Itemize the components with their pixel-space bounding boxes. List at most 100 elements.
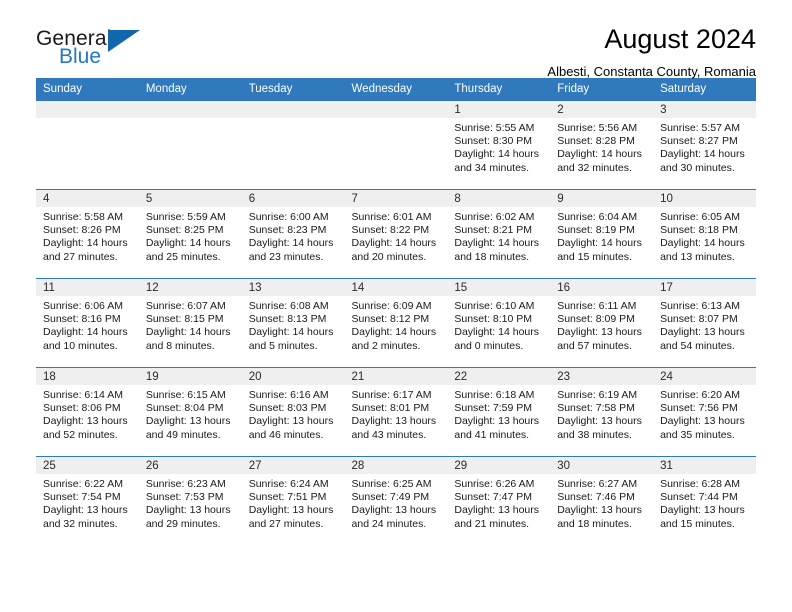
day-details: Sunrise: 6:08 AM Sunset: 8:13 PM Daylight:…	[242, 296, 345, 353]
daylight-duration-line2: and 15 minutes.	[660, 517, 735, 530]
calendar-day-cell[interactable]: 31 Sunrise: 6:28 AM Sunset: 7:44 PM Dayligh…	[653, 456, 756, 545]
daylight-duration-line2: and 8 minutes.	[145, 339, 215, 352]
calendar-day-cell[interactable]: 22 Sunrise: 6:18 AM Sunset: 7:59 PM Dayligh…	[447, 367, 551, 457]
calendar-day-cell[interactable]: 14 Sunrise: 6:09 AM Sunset: 8:12 PM Dayligh…	[344, 278, 448, 368]
daylight-duration-line1: Daylight: 13 hours	[145, 504, 231, 517]
calendar-day-cell[interactable]: 26 Sunrise: 6:23 AM Sunset: 7:53 PM Dayligh…	[138, 456, 242, 545]
day-details: Sunrise: 6:02 AM Sunset: 8:21 PM Daylight:…	[447, 207, 550, 264]
day-number: 14	[344, 279, 448, 296]
sunrise-time: Sunrise: 6:05 AM	[660, 211, 741, 223]
day-details: Sunrise: 6:18 AM Sunset: 7:59 PM Daylight:…	[447, 385, 550, 442]
day-details	[242, 118, 345, 122]
calendar-day-cell[interactable]: 18 Sunrise: 6:14 AM Sunset: 8:06 PM Dayligh…	[36, 367, 139, 457]
day-details: Sunrise: 6:15 AM Sunset: 8:04 PM Daylight:…	[139, 385, 242, 442]
calendar-day-cell[interactable]: 4 Sunrise: 5:58 AM Sunset: 8:26 PM Daylight…	[36, 189, 139, 279]
daylight-duration-line1: Daylight: 13 hours	[43, 504, 128, 517]
calendar-day-cell[interactable]: 16 Sunrise: 6:11 AM Sunset: 8:09 PM Dayligh…	[550, 278, 654, 368]
calendar-day-cell[interactable]: 19 Sunrise: 6:15 AM Sunset: 8:04 PM Dayligh…	[138, 367, 242, 457]
calendar-day-cell[interactable]: 6 Sunrise: 6:00 AM Sunset: 8:23 PM Daylight…	[241, 189, 345, 279]
calendar-day-cell[interactable]: 23 Sunrise: 6:19 AM Sunset: 7:58 PM Dayligh…	[550, 367, 654, 457]
sunset-time: Sunset: 8:10 PM	[454, 313, 533, 326]
daylight-duration-line1: Daylight: 13 hours	[351, 504, 437, 517]
day-details: Sunrise: 6:13 AM Sunset: 8:07 PM Daylight:…	[653, 296, 756, 353]
sunset-time: Sunset: 8:07 PM	[660, 313, 738, 326]
daylight-duration-line2: and 24 minutes.	[351, 517, 427, 530]
day-details: Sunrise: 6:17 AM Sunset: 8:01 PM Daylight:…	[345, 385, 448, 442]
day-number: 24	[653, 368, 756, 385]
day-details: Sunrise: 6:27 AM Sunset: 7:46 PM Daylight:…	[550, 474, 653, 531]
sunrise-time: Sunrise: 5:55 AM	[454, 122, 535, 134]
sunrise-time: Sunrise: 6:10 AM	[454, 300, 535, 312]
sunrise-time: Sunrise: 6:15 AM	[145, 389, 226, 401]
calendar-day-cell[interactable]: 8 Sunrise: 6:02 AM Sunset: 8:21 PM Daylight…	[447, 189, 551, 279]
calendar-body: 1 Sunrise: 5:55 AM Sunset: 8:30 PM Daylight…	[36, 100, 756, 545]
calendar-day-cell[interactable]: 11 Sunrise: 6:06 AM Sunset: 8:16 PM Dayligh…	[36, 278, 139, 368]
calendar-day-cell[interactable]: 5 Sunrise: 5:59 AM Sunset: 8:25 PM Daylight…	[138, 189, 242, 279]
day-details: Sunrise: 5:59 AM Sunset: 8:25 PM Daylight:…	[139, 207, 242, 264]
calendar-day-cell[interactable]: 24 Sunrise: 6:20 AM Sunset: 7:56 PM Dayligh…	[653, 367, 756, 457]
day-number	[241, 101, 345, 118]
calendar-day-cell[interactable]: 7 Sunrise: 6:01 AM Sunset: 8:22 PM Daylight…	[344, 189, 448, 279]
sunrise-time: Sunrise: 6:08 AM	[248, 300, 329, 312]
calendar-day-cell[interactable]: 30 Sunrise: 6:27 AM Sunset: 7:46 PM Dayligh…	[550, 456, 654, 545]
day-details: Sunrise: 6:20 AM Sunset: 7:56 PM Daylight:…	[653, 385, 756, 442]
sunset-time: Sunset: 8:12 PM	[351, 313, 430, 326]
daylight-duration-line1: Daylight: 14 hours	[557, 148, 642, 161]
daylight-duration-line2: and 49 minutes.	[145, 428, 221, 441]
general-blue-logo[interactable]: General Blue	[36, 28, 156, 72]
calendar-day-cell[interactable]: 2 Sunrise: 5:56 AM Sunset: 8:28 PM Daylight…	[550, 100, 654, 190]
day-number: 16	[550, 279, 654, 296]
calendar-day-cell[interactable]: 29 Sunrise: 6:26 AM Sunset: 7:47 PM Dayligh…	[447, 456, 551, 545]
daylight-duration-line2: and 30 minutes.	[660, 161, 735, 174]
day-number: 20	[241, 368, 345, 385]
daylight-duration-line1: Daylight: 14 hours	[454, 326, 540, 339]
calendar-day-cell[interactable]: 13 Sunrise: 6:08 AM Sunset: 8:13 PM Dayligh…	[241, 278, 345, 368]
calendar-day-cell[interactable]: 1 Sunrise: 5:55 AM Sunset: 8:30 PM Daylight…	[447, 100, 551, 190]
day-details: Sunrise: 5:58 AM Sunset: 8:26 PM Daylight:…	[36, 207, 139, 264]
calendar-day-cell[interactable]: 25 Sunrise: 6:22 AM Sunset: 7:54 PM Dayligh…	[36, 456, 139, 545]
calendar-day-cell[interactable]: 20 Sunrise: 6:16 AM Sunset: 8:03 PM Dayligh…	[241, 367, 345, 457]
calendar-day-cell[interactable]: 9 Sunrise: 6:04 AM Sunset: 8:19 PM Daylight…	[550, 189, 654, 279]
calendar-day-cell[interactable]: 21 Sunrise: 6:17 AM Sunset: 8:01 PM Dayligh…	[344, 367, 448, 457]
sunset-time: Sunset: 8:04 PM	[145, 402, 224, 415]
sunrise-time: Sunrise: 6:01 AM	[351, 211, 432, 223]
day-number: 29	[447, 457, 551, 474]
daylight-duration-line2: and 5 minutes.	[248, 339, 318, 352]
day-details: Sunrise: 6:07 AM Sunset: 8:15 PM Daylight:…	[139, 296, 242, 353]
day-details	[345, 118, 448, 122]
daylight-duration-line2: and 57 minutes.	[557, 339, 632, 352]
calendar-day-cell[interactable]: 3 Sunrise: 5:57 AM Sunset: 8:27 PM Daylight…	[653, 100, 756, 190]
calendar-day-cell[interactable]: 15 Sunrise: 6:10 AM Sunset: 8:10 PM Dayligh…	[447, 278, 551, 368]
sunrise-time: Sunrise: 5:56 AM	[557, 122, 638, 134]
sunset-time: Sunset: 7:53 PM	[145, 491, 224, 504]
calendar-day-cell[interactable]: 28 Sunrise: 6:25 AM Sunset: 7:49 PM Dayligh…	[344, 456, 448, 545]
daylight-duration-line2: and 13 minutes.	[660, 250, 735, 263]
weekday-header-wednesday: Wednesday	[344, 78, 448, 101]
day-details: Sunrise: 6:22 AM Sunset: 7:54 PM Daylight:…	[36, 474, 139, 531]
calendar-day-cell[interactable]: 12 Sunrise: 6:07 AM Sunset: 8:15 PM Dayligh…	[138, 278, 242, 368]
daylight-duration-line1: Daylight: 14 hours	[248, 326, 334, 339]
sunset-time: Sunset: 8:18 PM	[660, 224, 738, 237]
sunrise-time: Sunrise: 6:09 AM	[351, 300, 432, 312]
calendar-grid: Sunday Monday Tuesday Wednesday Thursday…	[36, 78, 756, 545]
calendar-day-cell[interactable]: 10 Sunrise: 6:05 AM Sunset: 8:18 PM Dayligh…	[653, 189, 756, 279]
daylight-duration-line2: and 18 minutes.	[454, 250, 530, 263]
daylight-duration-line2: and 27 minutes.	[43, 250, 118, 263]
calendar-day-cell[interactable]: 27 Sunrise: 6:24 AM Sunset: 7:51 PM Dayligh…	[241, 456, 345, 545]
day-details: Sunrise: 6:11 AM Sunset: 8:09 PM Daylight:…	[550, 296, 653, 353]
sunrise-time: Sunrise: 5:59 AM	[145, 211, 226, 223]
sunrise-time: Sunrise: 6:24 AM	[248, 478, 329, 490]
logo-triangle-icon	[108, 30, 140, 52]
daylight-duration-line1: Daylight: 14 hours	[660, 148, 745, 161]
day-number	[344, 101, 448, 118]
daylight-duration-line1: Daylight: 13 hours	[557, 326, 642, 339]
calendar-week-row: 11 Sunrise: 6:06 AM Sunset: 8:16 PM Dayligh…	[36, 278, 756, 368]
day-details: Sunrise: 6:05 AM Sunset: 8:18 PM Daylight:…	[653, 207, 756, 264]
day-number: 19	[138, 368, 242, 385]
calendar-week-row: 4 Sunrise: 5:58 AM Sunset: 8:26 PM Daylight…	[36, 189, 756, 279]
day-number: 12	[138, 279, 242, 296]
sunrise-time: Sunrise: 6:22 AM	[43, 478, 123, 490]
daylight-duration-line2: and 38 minutes.	[557, 428, 632, 441]
calendar-day-cell[interactable]: 17 Sunrise: 6:13 AM Sunset: 8:07 PM Dayligh…	[653, 278, 756, 368]
day-details: Sunrise: 6:09 AM Sunset: 8:12 PM Daylight:…	[345, 296, 448, 353]
